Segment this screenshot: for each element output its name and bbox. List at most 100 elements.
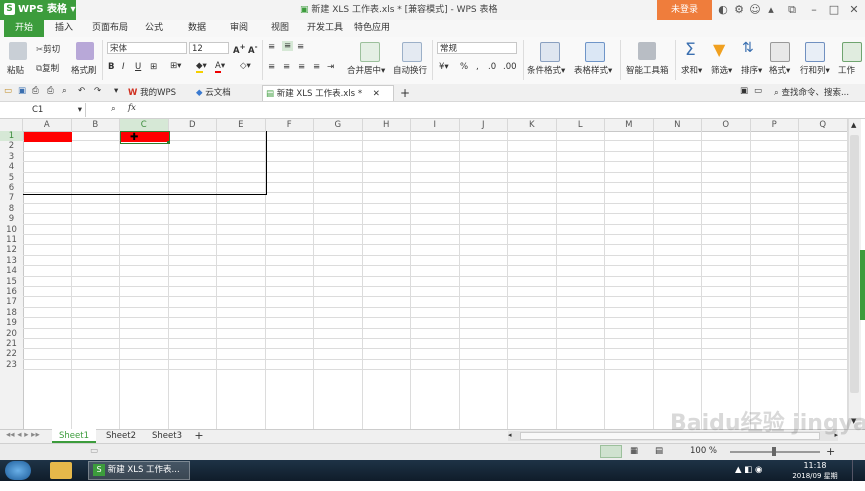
cut-button[interactable]: ✂剪切 — [36, 43, 60, 55]
explorer-icon[interactable] — [50, 462, 72, 479]
row-header-3[interactable]: 3 — [0, 152, 23, 162]
fx-icon[interactable]: fx — [128, 103, 136, 113]
align-bottom-button[interactable]: ≡ — [297, 42, 304, 52]
restore-icon[interactable]: ⧉ — [783, 0, 801, 20]
column-header-a[interactable]: A — [23, 119, 72, 131]
formula-input[interactable] — [148, 103, 838, 117]
open-icon[interactable]: ▭ — [4, 86, 12, 96]
indent-button[interactable]: ⇥ — [327, 62, 334, 72]
row-header-16[interactable]: 16 — [0, 287, 23, 297]
row-header-20[interactable]: 20 — [0, 329, 23, 339]
decrease-decimal-button[interactable]: .00 — [503, 62, 517, 72]
row-header-10[interactable]: 10 — [0, 225, 23, 235]
normal-view-button[interactable] — [600, 445, 622, 458]
layout-icon[interactable]: ▣ — [740, 86, 748, 96]
row-header-2[interactable]: 2 — [0, 141, 23, 151]
filter-icon[interactable]: ▼ — [713, 40, 725, 59]
justify-button[interactable]: ≡ — [313, 62, 320, 72]
row-header-21[interactable]: 21 — [0, 339, 23, 349]
undo-icon[interactable]: ↶ — [78, 86, 85, 96]
sort-button[interactable]: 排序▾ — [741, 64, 762, 76]
column-header-q[interactable]: Q — [799, 119, 848, 131]
conditional-format-icon[interactable] — [540, 42, 560, 62]
row-header-17[interactable]: 17 — [0, 297, 23, 307]
toolbox-icon[interactable] — [638, 42, 656, 60]
row-header-14[interactable]: 14 — [0, 266, 23, 276]
tab-developer[interactable]: 开发工具 — [305, 20, 345, 37]
close-tab-icon[interactable]: ✕ — [373, 89, 380, 99]
network-icon[interactable]: ▲ ◧ ◉ — [735, 465, 762, 475]
align-top-button[interactable]: ≡ — [268, 42, 275, 52]
paste-icon[interactable] — [9, 42, 27, 60]
column-header-b[interactable]: B — [72, 119, 120, 131]
currency-button[interactable]: ¥▾ — [439, 62, 449, 72]
sum-button[interactable]: 求和▾ — [681, 64, 702, 76]
row-header-7[interactable]: 7 — [0, 193, 23, 203]
table-style-icon[interactable] — [585, 42, 605, 62]
start-button[interactable] — [5, 461, 31, 480]
customize-icon[interactable]: ▾ — [114, 86, 118, 96]
column-header-o[interactable]: O — [702, 119, 751, 131]
align-center-button[interactable]: ≡ — [283, 62, 290, 72]
bold-button[interactable]: B — [108, 62, 114, 72]
tab-special[interactable]: 特色应用 — [352, 20, 392, 37]
row-col-icon[interactable] — [805, 42, 825, 62]
clear-format-button[interactable]: ◇▾ — [240, 61, 251, 71]
zoom-slider-thumb[interactable] — [772, 447, 776, 456]
export-icon[interactable]: ⎙ — [32, 86, 39, 96]
conditional-format-button[interactable]: 条件格式▾ — [527, 64, 565, 76]
row-header-8[interactable]: 8 — [0, 204, 23, 214]
fill-color-button[interactable]: ◆▾ — [196, 61, 207, 73]
row-header-11[interactable]: 11 — [0, 235, 23, 245]
row-header-15[interactable]: 15 — [0, 277, 23, 287]
tab-data[interactable]: 数据 — [185, 20, 209, 37]
tab-insert[interactable]: 插入 — [50, 20, 78, 37]
worksheet-icon[interactable] — [842, 42, 862, 62]
smart-toolbox-button[interactable]: 智能工具箱 — [626, 64, 669, 76]
column-header-d[interactable]: D — [169, 119, 217, 131]
format-painter-icon[interactable] — [76, 42, 94, 60]
page-layout-view-button[interactable]: ▦ — [630, 446, 638, 456]
row-header-19[interactable]: 19 — [0, 318, 23, 328]
tab-active-document[interactable]: ▤ 新建 XLS 工作表.xls * ✕ — [262, 85, 394, 101]
scroll-up-icon[interactable]: ▲ — [851, 121, 856, 129]
align-right-button[interactable]: ≡ — [298, 62, 305, 72]
column-header-k[interactable]: K — [508, 119, 557, 131]
redo-icon[interactable]: ↷ — [94, 86, 101, 96]
paste-button[interactable]: 粘贴 — [7, 64, 24, 76]
column-header-e[interactable]: E — [217, 119, 266, 131]
side-panel-toggle[interactable] — [860, 250, 865, 320]
italic-button[interactable]: I — [122, 62, 125, 72]
app-menu-button[interactable]: S WPS 表格 ▾ — [0, 0, 76, 20]
strikethrough-button[interactable]: ⊞ — [150, 62, 157, 72]
close-icon[interactable]: ✕ — [845, 0, 863, 20]
tab-review[interactable]: 审阅 — [227, 20, 251, 37]
tab-home[interactable]: 开始 — [4, 20, 44, 37]
column-header-f[interactable]: F — [266, 119, 314, 131]
underline-button[interactable]: U — [135, 62, 141, 72]
column-header-m[interactable]: M — [605, 119, 654, 131]
merge-center-icon[interactable] — [360, 42, 380, 62]
scroll-thumb[interactable] — [850, 135, 859, 393]
copy-button[interactable]: ⧉复制 — [36, 62, 59, 74]
save-icon[interactable]: ▣ — [18, 86, 26, 96]
percent-button[interactable]: % — [460, 62, 468, 72]
preview-icon[interactable]: ⌕ — [62, 86, 67, 96]
increase-decimal-button[interactable]: .0 — [488, 62, 496, 72]
align-middle-button[interactable]: ≡ — [282, 41, 294, 51]
table-style-button[interactable]: 表格样式▾ — [574, 64, 612, 76]
row-header-6[interactable]: 6 — [0, 183, 23, 193]
format-button[interactable]: 格式▾ — [769, 64, 790, 76]
add-sheet-button[interactable]: + — [192, 429, 206, 443]
column-header-h[interactable]: H — [363, 119, 411, 131]
sheet-nav-icon[interactable]: ◂◂ ◂ ▸ ▸▸ — [6, 430, 40, 440]
column-header-j[interactable]: J — [460, 119, 508, 131]
tab-view[interactable]: 视图 — [268, 20, 292, 37]
zoom-level[interactable]: 100 % — [690, 446, 717, 456]
tab-page-layout[interactable]: 页面布局 — [88, 20, 132, 37]
maximize-icon[interactable]: □ — [825, 0, 843, 20]
login-button[interactable]: 未登录 — [657, 0, 712, 20]
font-size-combo[interactable]: 12 — [189, 42, 229, 54]
sheet-tab-sheet3[interactable]: Sheet3 — [146, 429, 188, 443]
row-col-button[interactable]: 行和列▾ — [800, 64, 830, 76]
